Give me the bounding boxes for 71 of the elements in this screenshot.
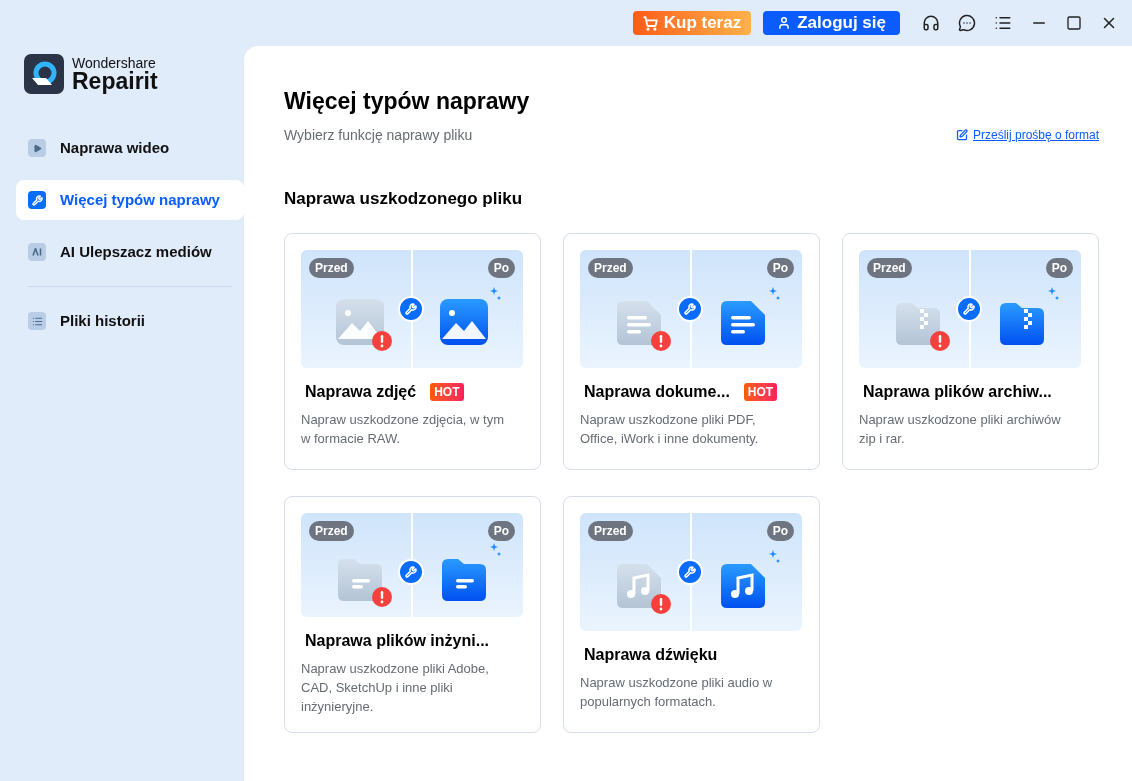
before-label: Przed <box>867 258 912 278</box>
card-title: Naprawa plików archiw... <box>863 382 1052 402</box>
repair-card[interactable]: Przed Po Naprawa dźwięku Napraw uszkodzone pliki audio w popularnych formatach. <box>563 496 820 733</box>
before-label: Przed <box>309 258 354 278</box>
card-title: Naprawa plików inżyni... <box>305 631 490 651</box>
card-description: Napraw uszkodzone pliki audio w popularnych formatach. <box>580 674 774 711</box>
sparkle-icon <box>490 287 502 301</box>
sparkle-icon <box>490 543 502 557</box>
after-label: Po <box>766 258 794 278</box>
sidebar-item[interactable]: AI Ulepszacz mediów <box>16 232 244 272</box>
card-description: Napraw uszkodzone zdjęcia, w tym w formacie RAW. <box>301 411 506 448</box>
request-format-link[interactable]: Prześlij prośbę o format <box>955 126 1099 144</box>
card-description: Napraw uszkodzone pliki PDF, Office, iWork i inne dokumenty. <box>580 411 760 448</box>
after-label: Po <box>766 521 794 541</box>
brand-name: Wondershare <box>72 55 157 70</box>
sparkle-icon <box>769 287 781 301</box>
card-title: Naprawa zdjęć <box>305 382 417 402</box>
sidebar-item[interactable]: Więcej typów naprawy <box>16 180 244 220</box>
maximize-icon[interactable] <box>1066 15 1082 31</box>
sidebar-item[interactable]: Pliki historii <box>16 301 244 341</box>
menu-icon[interactable] <box>994 14 1012 32</box>
repair-card[interactable]: Przed Po Naprawa plików inżyni... Napraw uszkodzone pliki Adobe, CAD, SketchUp i inne pliki inżynieryjne. <box>284 496 541 733</box>
before-label: Przed <box>588 521 633 541</box>
error-icon <box>930 331 950 351</box>
wrench-icon <box>677 559 703 585</box>
login-button[interactable]: Zaloguj się <box>763 11 900 35</box>
document-file-icon <box>719 299 767 345</box>
wrench-icon <box>398 559 424 585</box>
page-subtitle: Wybierz funkcję naprawy pliku <box>284 125 473 145</box>
document-file-icon <box>615 299 663 345</box>
card-description: Napraw uszkodzone pliki Adobe, CAD, SketchUp i inne pliki inżynieryjne. <box>301 660 490 716</box>
sidebar-item[interactable]: Naprawa wideo <box>16 128 244 168</box>
card-title: Naprawa dokume... <box>584 382 730 402</box>
card-title: Naprawa dźwięku <box>584 645 718 665</box>
chat-icon[interactable] <box>958 14 976 32</box>
error-icon <box>372 587 392 607</box>
user-icon <box>777 16 792 30</box>
repair-card[interactable]: Przed Po Naprawa dokume... HOT Napraw uszkodzone pliki PDF, Office, iWork i inne dokumenty. <box>563 233 820 470</box>
image-file-icon <box>336 299 384 345</box>
error-icon <box>372 331 392 351</box>
hot-badge: HOT <box>430 383 464 401</box>
before-label: Przed <box>309 521 354 541</box>
page-title: Więcej typów naprawy <box>284 87 531 116</box>
error-icon <box>651 594 671 614</box>
repair-card[interactable]: Przed Po Naprawa plików archiw... Napraw uszkodzone pliki archiwów zip i rar. <box>842 233 1099 470</box>
audio-file-icon <box>615 562 663 608</box>
after-label: Po <box>1045 258 1073 278</box>
product-name: Repairit <box>72 69 158 93</box>
repair-card[interactable]: Przed Po Naprawa zdjęć HOT Napraw uszkodzone zdjęcia, w tym w formacie RAW. <box>284 233 541 470</box>
section-title: Naprawa uszkodzonego pliku <box>284 187 524 210</box>
after-label: Po <box>487 258 515 278</box>
wrench-icon <box>677 296 703 322</box>
list-icon <box>28 312 46 330</box>
card-description: Napraw uszkodzone pliki archiwów zip i rar. <box>859 411 1062 448</box>
app-logo-icon <box>24 54 64 94</box>
sparkle-icon <box>1048 287 1060 301</box>
before-label: Przed <box>588 258 633 278</box>
ai-icon <box>28 243 46 261</box>
video-icon <box>28 139 46 157</box>
sparkle-icon <box>769 550 781 564</box>
wrench-icon <box>956 296 982 322</box>
hot-badge: HOT <box>743 383 778 401</box>
wrench-icon <box>398 296 424 322</box>
error-icon <box>651 331 671 351</box>
audio-file-icon <box>719 562 767 608</box>
wrench-icon <box>28 191 46 209</box>
edit-icon <box>955 129 968 141</box>
cart-icon <box>642 15 658 31</box>
after-label: Po <box>487 521 515 541</box>
support-icon[interactable] <box>922 14 940 32</box>
image-file-icon <box>440 299 488 345</box>
